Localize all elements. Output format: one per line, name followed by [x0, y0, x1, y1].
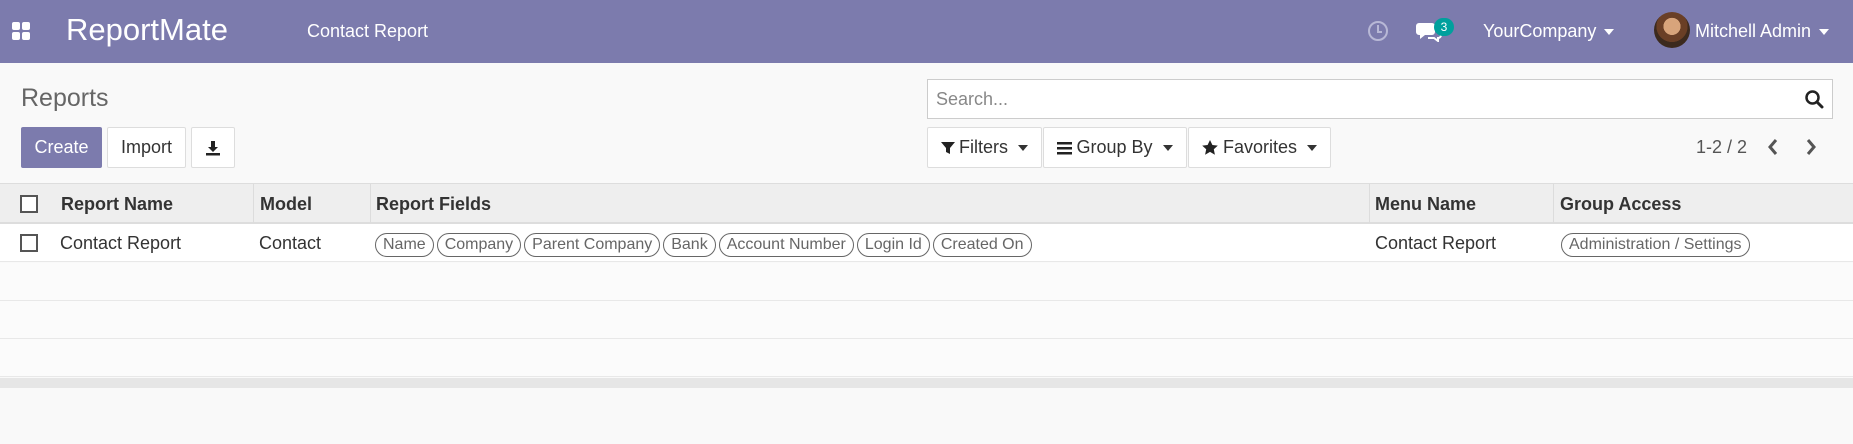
report-fields-tags: Name Company Parent Company Bank Account… [375, 233, 1032, 257]
field-tag: Login Id [856, 233, 930, 257]
field-tag: Bank [663, 233, 716, 257]
field-tag: Name [375, 233, 434, 257]
field-tag: Account Number [718, 233, 854, 257]
import-button[interactable]: Import [107, 127, 186, 168]
column-divider[interactable] [370, 184, 371, 223]
apps-menu-icon[interactable] [12, 22, 30, 40]
filters-label: Filters [959, 137, 1008, 157]
cell-report-name: Contact Report [60, 233, 182, 253]
column-divider[interactable] [1553, 184, 1554, 223]
chevron-left-icon[interactable] [1763, 136, 1783, 158]
field-tag: Created On [932, 233, 1032, 257]
field-tag: Parent Company [524, 233, 661, 257]
top-navbar: ReportMate Contact Report 3 YourCompany … [0, 0, 1853, 63]
star-icon [1202, 140, 1218, 155]
search-icon[interactable] [1804, 89, 1824, 109]
column-header-report-fields[interactable]: Report Fields [376, 194, 491, 215]
download-button[interactable] [191, 127, 235, 168]
user-name: Mitchell Admin [1695, 21, 1812, 41]
favorites-button[interactable]: Favorites [1188, 127, 1331, 168]
menu-item-contact-report[interactable]: Contact Report [307, 21, 428, 42]
company-switcher[interactable]: YourCompany [1483, 21, 1615, 42]
filters-button[interactable]: Filters [927, 127, 1042, 168]
user-menu[interactable]: Mitchell Admin [1695, 21, 1830, 42]
favorites-label: Favorites [1222, 137, 1298, 157]
chevron-right-icon[interactable] [1801, 136, 1821, 158]
chevron-down-icon [1018, 144, 1028, 151]
cell-model: Contact [259, 233, 322, 253]
table-header: Report Name Model Report Fields Menu Nam… [0, 183, 1853, 224]
create-button[interactable]: Create [21, 127, 102, 168]
column-header-model[interactable]: Model [260, 194, 312, 215]
empty-row [0, 339, 1853, 377]
column-divider[interactable] [1369, 184, 1370, 223]
column-header-menu-name[interactable]: Menu Name [1375, 194, 1476, 215]
app-brand[interactable]: ReportMate [66, 12, 228, 48]
cell-menu-name: Contact Report [1375, 233, 1497, 253]
user-avatar[interactable] [1654, 12, 1690, 48]
list-icon [1057, 141, 1073, 154]
group-by-label: Group By [1076, 137, 1153, 157]
column-header-group-access[interactable]: Group Access [1560, 194, 1681, 215]
chevron-down-icon [1604, 29, 1615, 36]
company-label: YourCompany [1483, 21, 1597, 41]
pager-value[interactable]: 1-2 / 2 [1696, 137, 1747, 158]
group-by-button[interactable]: Group By [1043, 127, 1187, 168]
empty-row [0, 301, 1853, 339]
column-header-report-name[interactable]: Report Name [61, 194, 173, 215]
table-row[interactable]: Contact Report Contact Name Company Pare… [0, 224, 1853, 262]
select-all-checkbox[interactable] [20, 195, 38, 213]
download-icon [206, 140, 220, 155]
group-access-tags: Administration / Settings [1561, 233, 1750, 257]
activity-clock-icon[interactable] [1368, 21, 1388, 41]
filter-icon [941, 141, 955, 154]
chevron-down-icon [1307, 144, 1318, 151]
column-divider[interactable] [253, 184, 254, 223]
field-tag: Company [436, 233, 522, 257]
empty-row [0, 263, 1853, 301]
row-checkbox[interactable] [20, 234, 38, 252]
search-input[interactable] [928, 80, 1832, 118]
chevron-down-icon [1819, 29, 1830, 36]
table-footer [0, 378, 1853, 388]
chevron-down-icon [1162, 144, 1173, 151]
group-tag: Administration / Settings [1561, 233, 1750, 257]
breadcrumb-title: Reports [21, 84, 109, 112]
search-box [927, 79, 1833, 119]
chat-badge: 3 [1434, 18, 1454, 36]
